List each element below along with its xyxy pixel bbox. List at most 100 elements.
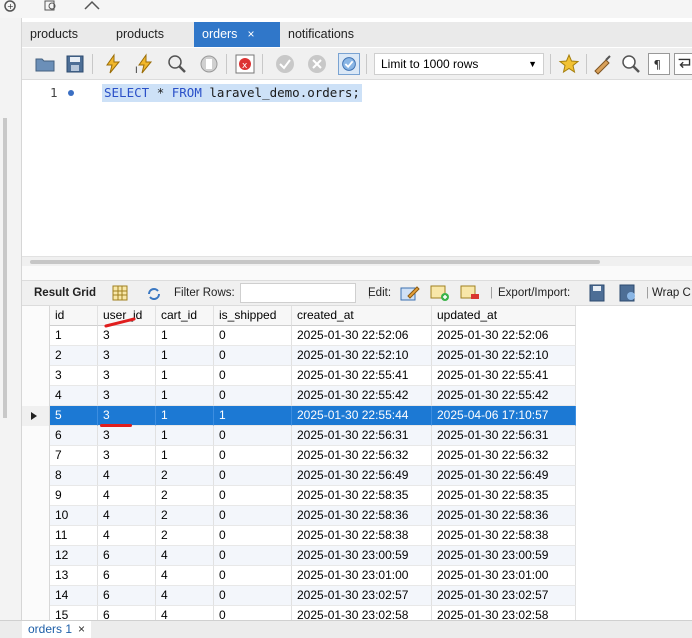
cell-id[interactable]: 10 bbox=[50, 506, 98, 526]
cell-updated-at[interactable]: 2025-01-30 22:58:35 bbox=[432, 486, 576, 506]
cell-updated-at[interactable]: 2025-01-30 23:01:00 bbox=[432, 566, 576, 586]
commit-icon[interactable] bbox=[274, 53, 296, 75]
find-icon[interactable] bbox=[620, 53, 642, 75]
cell-user-id[interactable]: 6 bbox=[98, 546, 156, 566]
table-row[interactable]: 11 4 2 0 2025-01-30 22:58:38 2025-01-30 22:58… bbox=[22, 526, 576, 546]
cell-id[interactable]: 9 bbox=[50, 486, 98, 506]
cell-id[interactable]: 1 bbox=[50, 326, 98, 346]
cell-user-id[interactable]: 3 bbox=[98, 386, 156, 406]
cell-id[interactable]: 7 bbox=[50, 446, 98, 466]
result-grid-label[interactable]: Result Grid bbox=[34, 281, 96, 306]
cell-id[interactable]: 3 bbox=[50, 366, 98, 386]
cell-updated-at[interactable]: 2025-01-30 22:55:42 bbox=[432, 386, 576, 406]
stop-icon[interactable] bbox=[198, 53, 220, 75]
cell-is-shipped[interactable]: 0 bbox=[214, 466, 292, 486]
cell-is-shipped[interactable]: 0 bbox=[214, 426, 292, 446]
table-row[interactable]: 14 6 4 0 2025-01-30 23:02:57 2025-01-30 23:02… bbox=[22, 586, 576, 606]
table-row[interactable]: 6 3 1 0 2025-01-30 22:56:31 2025-01-30 22:56:… bbox=[22, 426, 576, 446]
cell-created-at[interactable]: 2025-01-30 22:58:36 bbox=[292, 506, 432, 526]
cell-updated-at[interactable]: 2025-01-30 23:00:59 bbox=[432, 546, 576, 566]
cell-updated-at[interactable]: 2025-04-06 17:10:57 bbox=[432, 406, 576, 426]
cell-is-shipped[interactable]: 0 bbox=[214, 526, 292, 546]
cell-user-id[interactable]: 3 bbox=[98, 326, 156, 346]
refresh-icon[interactable] bbox=[146, 286, 162, 302]
cell-updated-at[interactable]: 2025-01-30 22:55:41 bbox=[432, 366, 576, 386]
cell-created-at[interactable]: 2025-01-30 22:52:06 bbox=[292, 326, 432, 346]
cell-user-id[interactable]: 3 bbox=[98, 426, 156, 446]
add-row-icon[interactable] bbox=[430, 284, 450, 302]
row-marker[interactable] bbox=[22, 526, 50, 546]
tab-orders-1[interactable]: orders 1 × bbox=[22, 621, 92, 638]
filter-rows-input[interactable] bbox=[240, 283, 356, 303]
cell-updated-at[interactable]: 2025-01-30 22:56:31 bbox=[432, 426, 576, 446]
table-row[interactable]: 3 3 1 0 2025-01-30 22:55:41 2025-01-30 22:55:… bbox=[22, 366, 576, 386]
row-marker[interactable] bbox=[22, 506, 50, 526]
cell-id[interactable]: 13 bbox=[50, 566, 98, 586]
inspect-icon[interactable] bbox=[44, 0, 60, 12]
cell-is-shipped[interactable]: 0 bbox=[214, 386, 292, 406]
beautify-icon[interactable] bbox=[592, 53, 614, 75]
toggle-error-icon[interactable]: x bbox=[234, 53, 256, 75]
editor-horizontal-scrollbar[interactable] bbox=[22, 256, 692, 266]
close-tab-icon[interactable]: × bbox=[247, 27, 254, 41]
limit-rows-select[interactable]: Limit to 1000 rows ▼ bbox=[374, 53, 544, 75]
cell-user-id[interactable]: 4 bbox=[98, 506, 156, 526]
cell-id[interactable]: 14 bbox=[50, 586, 98, 606]
cell-is-shipped[interactable]: 1 bbox=[214, 406, 292, 426]
sql-editor[interactable]: 1 SELECT * FROM laravel_demo.orders; bbox=[22, 81, 692, 256]
cell-is-shipped[interactable]: 0 bbox=[214, 586, 292, 606]
cell-user-id[interactable]: 6 bbox=[98, 566, 156, 586]
table-row[interactable]: 4 3 1 0 2025-01-30 22:55:42 2025-01-30 22:55:… bbox=[22, 386, 576, 406]
cell-id[interactable]: 5 bbox=[50, 406, 98, 426]
wrap-icon[interactable] bbox=[674, 53, 692, 75]
cell-created-at[interactable]: 2025-01-30 22:58:38 bbox=[292, 526, 432, 546]
cell-is-shipped[interactable]: 0 bbox=[214, 446, 292, 466]
cell-user-id[interactable]: 3 bbox=[98, 446, 156, 466]
cell-created-at[interactable]: 2025-01-30 22:55:44 bbox=[292, 406, 432, 426]
row-marker[interactable] bbox=[22, 486, 50, 506]
row-marker[interactable] bbox=[22, 366, 50, 386]
cell-updated-at[interactable]: 2025-01-30 22:56:49 bbox=[432, 466, 576, 486]
cell-cart-id[interactable]: 4 bbox=[156, 586, 214, 606]
grid-icon[interactable] bbox=[112, 285, 128, 301]
cell-id[interactable]: 11 bbox=[50, 526, 98, 546]
explain-icon[interactable] bbox=[166, 53, 188, 75]
invisible-chars-icon[interactable]: ¶ bbox=[648, 53, 670, 75]
cell-is-shipped[interactable]: 0 bbox=[214, 546, 292, 566]
cell-user-id[interactable]: 3 bbox=[98, 366, 156, 386]
table-row[interactable]: 1 3 1 0 2025-01-30 22:52:06 2025-01-30 22:52:… bbox=[22, 326, 576, 346]
migration-icon[interactable] bbox=[84, 0, 100, 12]
table-row[interactable]: 13 6 4 0 2025-01-30 23:01:00 2025-01-30 23:01… bbox=[22, 566, 576, 586]
cell-user-id[interactable]: 3 bbox=[98, 406, 156, 426]
column-header-updated-at[interactable]: updated_at bbox=[432, 306, 576, 326]
tab-products-2[interactable]: products bbox=[108, 22, 172, 47]
cell-created-at[interactable]: 2025-01-30 23:02:57 bbox=[292, 586, 432, 606]
column-header-user-id[interactable]: user_id bbox=[98, 306, 156, 326]
cell-is-shipped[interactable]: 0 bbox=[214, 326, 292, 346]
cell-created-at[interactable]: 2025-01-30 22:56:49 bbox=[292, 466, 432, 486]
row-marker[interactable] bbox=[22, 546, 50, 566]
row-marker[interactable] bbox=[22, 426, 50, 446]
cell-user-id[interactable]: 4 bbox=[98, 486, 156, 506]
table-row[interactable]: 9 4 2 0 2025-01-30 22:58:35 2025-01-30 22:58:… bbox=[22, 486, 576, 506]
cell-updated-at[interactable]: 2025-01-30 22:52:10 bbox=[432, 346, 576, 366]
cell-id[interactable]: 8 bbox=[50, 466, 98, 486]
row-marker[interactable] bbox=[22, 386, 50, 406]
table-row[interactable]: 7 3 1 0 2025-01-30 22:56:32 2025-01-30 22:56:… bbox=[22, 446, 576, 466]
cell-user-id[interactable]: 4 bbox=[98, 466, 156, 486]
cell-created-at[interactable]: 2025-01-30 23:00:59 bbox=[292, 546, 432, 566]
table-row[interactable]: 5 3 1 1 2025-01-30 22:55:44 2025-04-06 17:10:… bbox=[22, 406, 576, 426]
tab-products-1[interactable]: products bbox=[22, 22, 86, 47]
table-row[interactable]: 10 4 2 0 2025-01-30 22:58:36 2025-01-30 22:58… bbox=[22, 506, 576, 526]
open-folder-icon[interactable] bbox=[34, 53, 56, 75]
cell-is-shipped[interactable]: 0 bbox=[214, 486, 292, 506]
cell-id[interactable]: 2 bbox=[50, 346, 98, 366]
cell-cart-id[interactable]: 1 bbox=[156, 346, 214, 366]
wrap-cell-label[interactable]: Wrap C bbox=[652, 281, 691, 306]
cell-created-at[interactable]: 2025-01-30 22:56:31 bbox=[292, 426, 432, 446]
cell-updated-at[interactable]: 2025-01-30 22:58:36 bbox=[432, 506, 576, 526]
cell-cart-id[interactable]: 1 bbox=[156, 386, 214, 406]
execute-current-icon[interactable]: I bbox=[134, 53, 156, 75]
cell-created-at[interactable]: 2025-01-30 22:55:41 bbox=[292, 366, 432, 386]
cell-is-shipped[interactable]: 0 bbox=[214, 506, 292, 526]
